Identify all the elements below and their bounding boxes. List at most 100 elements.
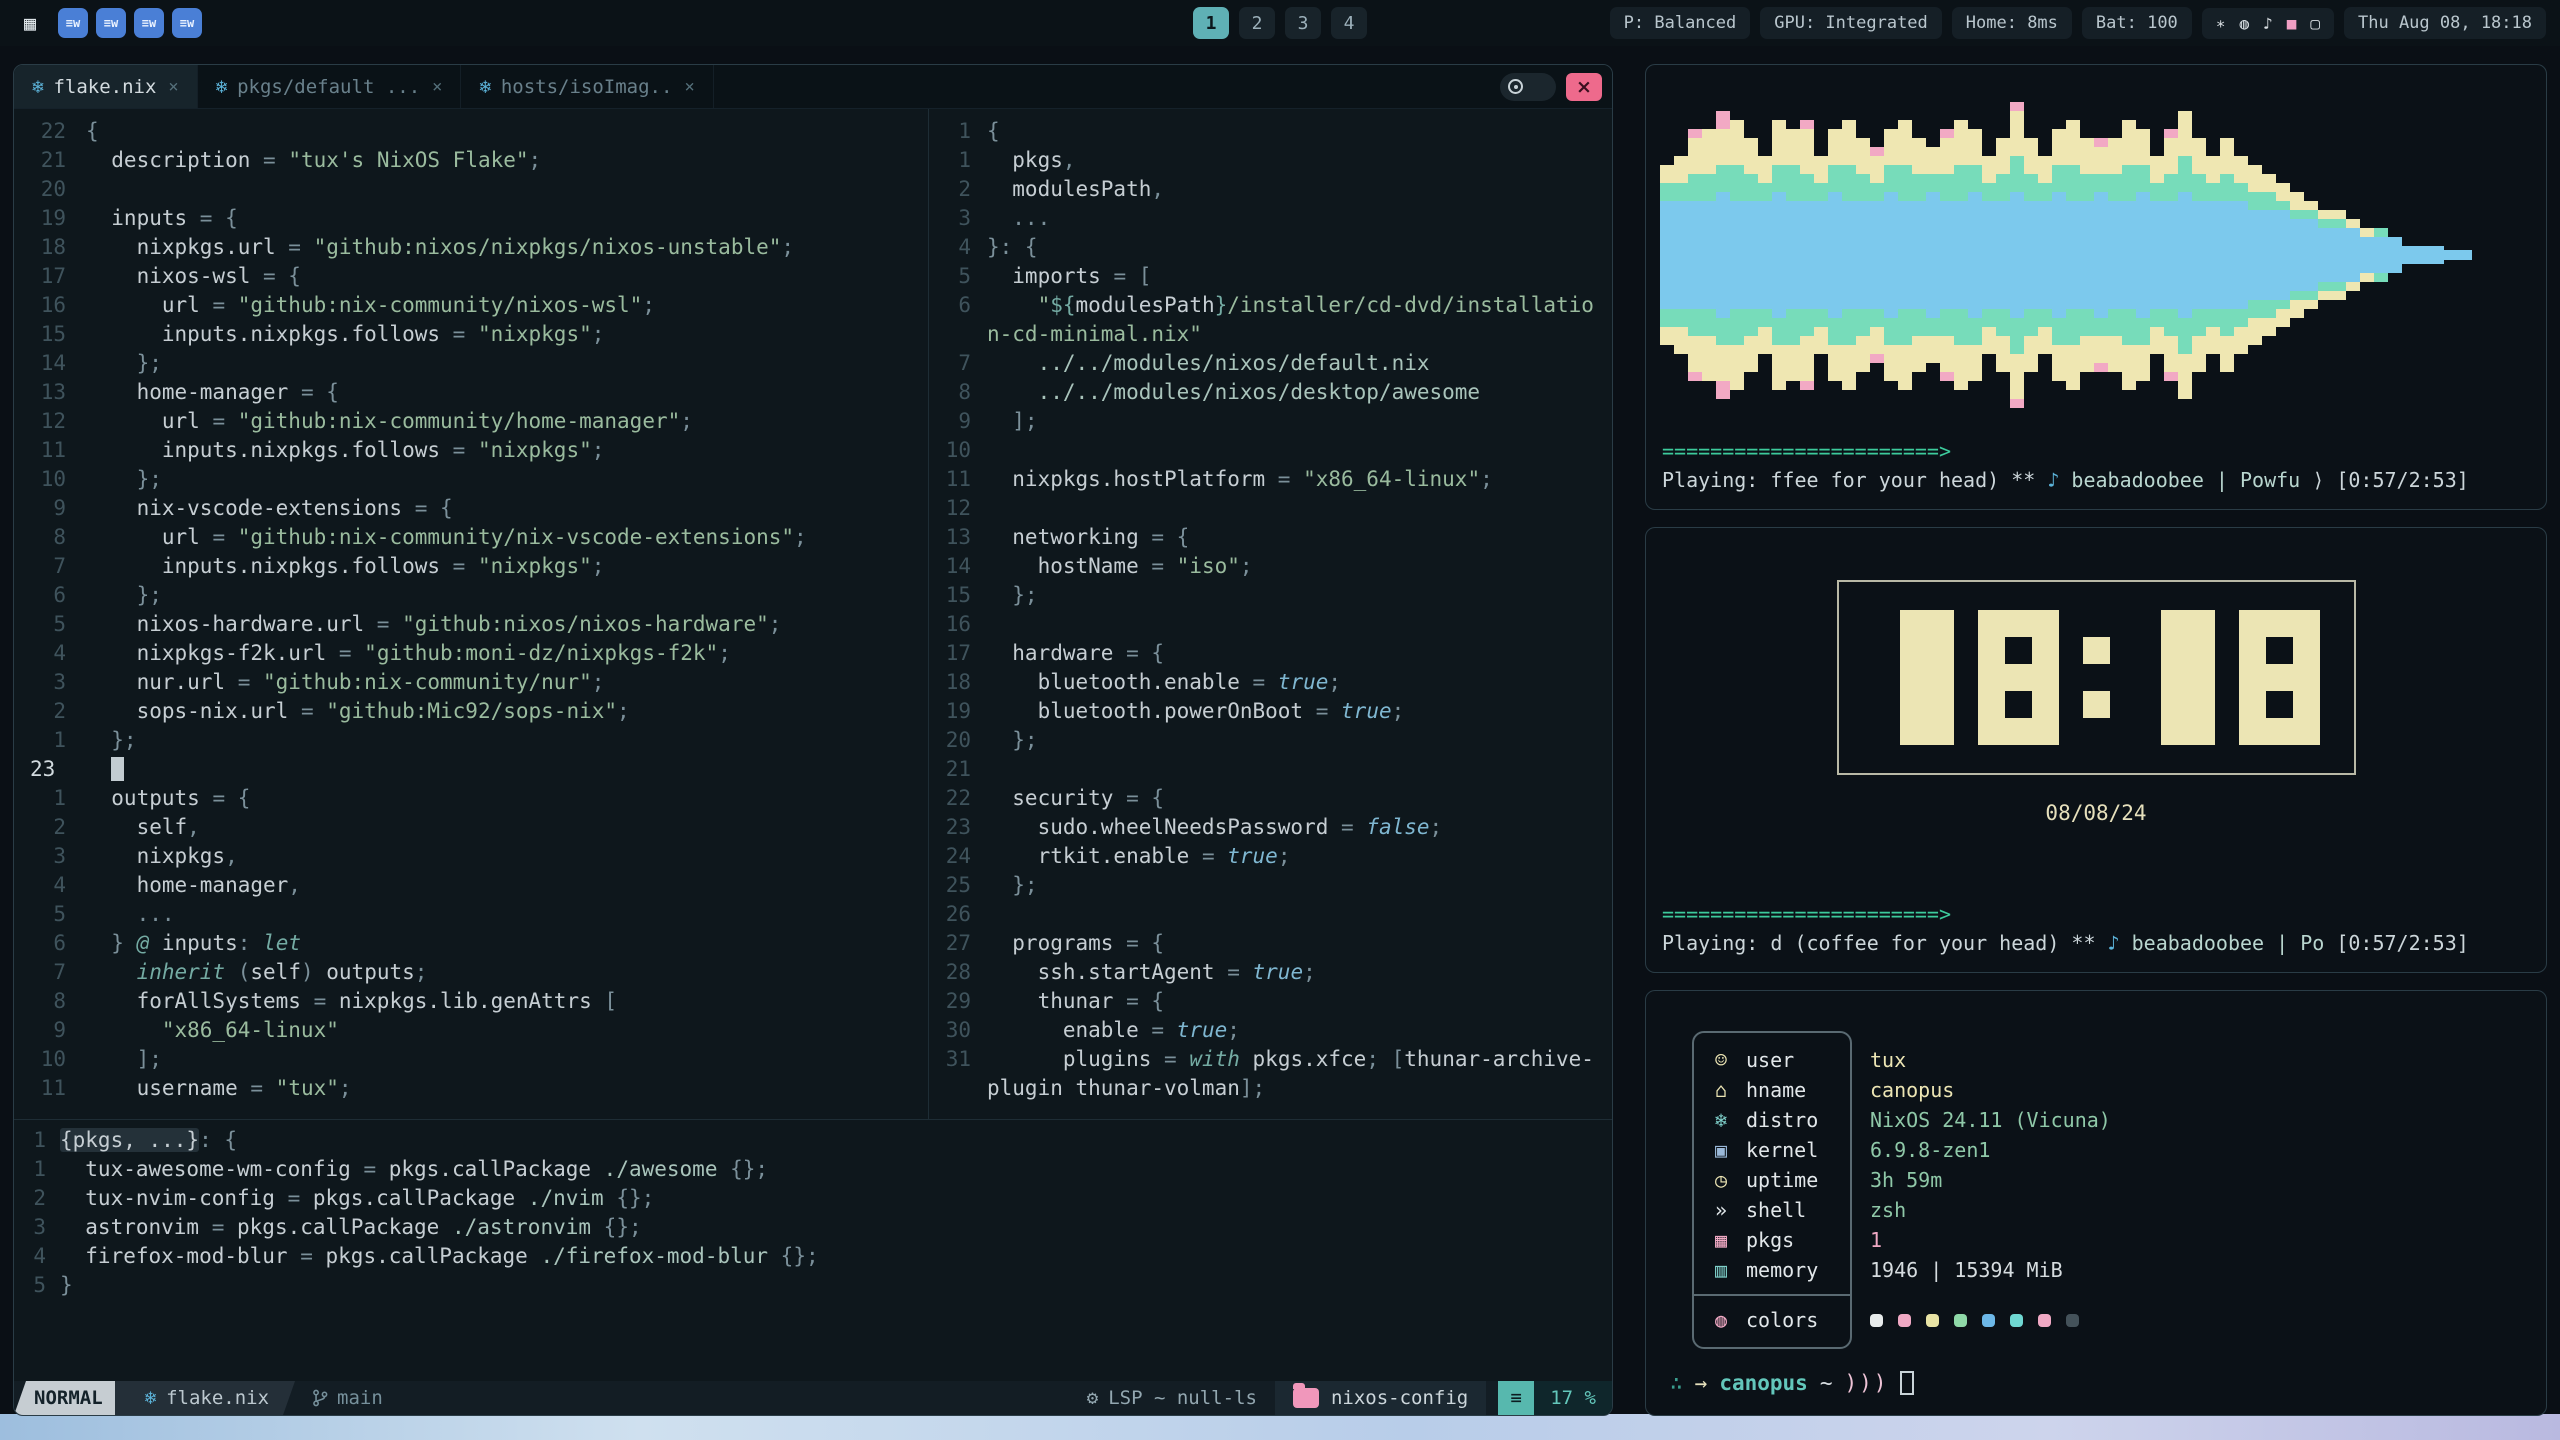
code-line: 1{ <box>929 117 1612 146</box>
code-line: 1{pkgs, ...}: { <box>14 1126 1612 1155</box>
visualizer-column <box>1744 138 1758 372</box>
tab-close-icon[interactable]: × <box>684 77 694 97</box>
visualizer-column <box>2290 192 2304 318</box>
eye-toggle-button[interactable] <box>1500 73 1556 101</box>
line-number <box>929 1074 987 1103</box>
workspace-button[interactable]: 2 <box>1239 7 1275 39</box>
terminal-cursor <box>1900 1371 1914 1395</box>
line-number: 23 <box>14 755 86 784</box>
palette-dot <box>2066 1314 2079 1327</box>
pane-flake-nix[interactable]: 22{21 description = "tux's NixOS Flake";… <box>14 109 929 1119</box>
visualizer-column <box>2136 129 2150 381</box>
code-line: 4 home-manager, <box>14 871 928 900</box>
code-line: 7 inherit (self) outputs; <box>14 958 928 987</box>
scroll-percent: 17 % <box>1534 1387 1612 1409</box>
workspace-switcher: 1234 <box>1193 7 1367 39</box>
project-indicator[interactable]: nixos-config <box>1275 1381 1486 1415</box>
git-branch[interactable]: main <box>311 1381 383 1415</box>
clock-date: 08/08/24 <box>1646 801 2546 825</box>
code-line: 17 nixos-wsl = { <box>14 262 928 291</box>
line-number: 1 <box>14 784 86 813</box>
shell-icon: » <box>1710 1198 1732 1222</box>
line-number: 8 <box>14 523 86 552</box>
fetch-label: uptime <box>1746 1168 1818 1192</box>
music-icon[interactable]: ♪ <box>2263 14 2273 33</box>
scroll-icon: ≡ <box>1498 1381 1534 1415</box>
visualizer-column <box>1716 111 1730 399</box>
code-line: 30 enable = true; <box>929 1016 1612 1045</box>
visualizer-column <box>1828 129 1842 381</box>
visualizer-column <box>1954 120 1968 390</box>
status-chip: Bat: 100 <box>2082 7 2192 39</box>
code-line: 24 rtkit.enable = true; <box>929 842 1612 871</box>
line-number: 3 <box>14 842 86 871</box>
line-number: 11 <box>929 465 987 494</box>
line-number: 16 <box>929 610 987 639</box>
line-number: 27 <box>929 929 987 958</box>
workspace-button[interactable]: 3 <box>1285 7 1321 39</box>
code-line: 4 firefox-mod-blur = pkgs.callPackage ./… <box>14 1242 1612 1271</box>
code-line: 14 }; <box>14 349 928 378</box>
visualizer-column <box>2038 156 2052 354</box>
workspace-tag-icon[interactable]: ≡w <box>96 8 126 38</box>
pane-pkgs-default[interactable]: 1{pkgs, ...}: {1 tux-awesome-wm-config =… <box>14 1119 1612 1381</box>
visualizer-column <box>2430 246 2444 264</box>
line-number: 8 <box>14 987 86 1016</box>
paw-icon[interactable]: ∗ <box>2216 14 2226 33</box>
statusline: NORMAL ❄ flake.nix main ⚙ LSP ~ null-ls <box>14 1381 1612 1415</box>
line-number: 20 <box>929 726 987 755</box>
visualizer-column <box>2444 250 2458 260</box>
fetch: ☺user⌂hname❄distro▣kernel◷uptime»shell▦p… <box>1646 991 2546 1349</box>
code-line: 17 hardware = { <box>929 639 1612 668</box>
code-line: 4 nixpkgs-f2k.url = "github:moni-dz/nixp… <box>14 639 928 668</box>
line-number: 17 <box>929 639 987 668</box>
visualizer-column <box>2388 237 2402 273</box>
workspace-button[interactable]: 4 <box>1331 7 1367 39</box>
line-number: 29 <box>929 987 987 1016</box>
line-number: 9 <box>929 407 987 436</box>
prompt-chevrons: ))) <box>1844 1371 1888 1395</box>
code-line: 21 <box>929 755 1612 784</box>
fetch-value: 1 <box>1870 1225 2111 1255</box>
fetch-row: ▦pkgs <box>1710 1225 1834 1255</box>
visualizer-column <box>2346 219 2360 291</box>
line-number: 2 <box>14 813 86 842</box>
visualizer-column <box>2094 138 2108 372</box>
network-icon[interactable]: ◍ <box>2239 14 2249 33</box>
keyboard-icon[interactable]: ▢ <box>2310 14 2320 33</box>
editor-tab[interactable]: ❄pkgs/default ...× <box>198 65 462 108</box>
palette-dot <box>2038 1314 2051 1327</box>
visualizer-column <box>2164 129 2178 381</box>
workspace-button[interactable]: 1 <box>1193 7 1229 39</box>
code-line: 4}: { <box>929 233 1612 262</box>
editor-tab[interactable]: ❄flake.nix× <box>14 65 198 108</box>
fetch-row: ◷ uptime <box>1710 1165 1834 1195</box>
statusline-file[interactable]: ❄ flake.nix <box>115 1381 295 1415</box>
visualizer-column <box>1660 165 1674 345</box>
shell-prompt[interactable]: ∴ → canopus ~ ))) <box>1670 1371 1914 1395</box>
visualizer-column <box>2234 156 2248 354</box>
visualizer-column <box>2080 138 2094 372</box>
code-line: 1 }; <box>14 726 928 755</box>
tab-label: flake.nix <box>53 76 156 98</box>
visualizer-column <box>2192 138 2206 372</box>
code-line: 19 bluetooth.powerOnBoot = true; <box>929 697 1612 726</box>
tab-close-icon[interactable]: × <box>432 77 442 97</box>
uptime-icon: ◷ <box>1710 1168 1732 1192</box>
line-number: 2 <box>929 175 987 204</box>
visualizer-column <box>2276 183 2290 327</box>
tab-close-icon[interactable]: × <box>168 77 178 97</box>
fetch-value: NixOS 24.11 (Vicuna) <box>1870 1105 2111 1135</box>
code-line: 10 ]; <box>14 1045 928 1074</box>
clock-chip: Thu Aug 08, 18:18 <box>2344 7 2546 39</box>
editor-tab[interactable]: ❄hosts/isoImag..× <box>461 65 713 108</box>
launcher-icon[interactable]: ▦ <box>14 7 46 39</box>
line-number: 1 <box>14 1155 60 1184</box>
workspace-tag-icon[interactable]: ≡w <box>134 8 164 38</box>
workspace-tag-icon[interactable]: ≡w <box>58 8 88 38</box>
code-line: 29 thunar = { <box>929 987 1612 1016</box>
recorder-icon[interactable]: ■ <box>2287 14 2297 33</box>
workspace-tag-icon[interactable]: ≡w <box>172 8 202 38</box>
pane-iso-image[interactable]: 1{1 pkgs,2 modulesPath,3 ...4}: {5 impor… <box>929 109 1612 1119</box>
window-close-button[interactable]: × <box>1566 73 1602 101</box>
